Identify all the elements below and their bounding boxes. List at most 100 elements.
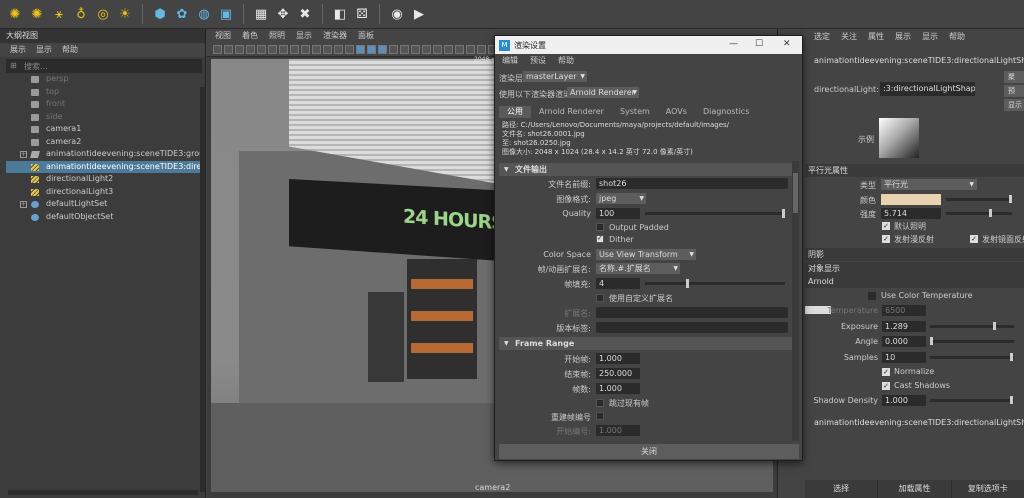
cube-plus-icon[interactable]: ⬢	[149, 3, 171, 25]
dlg-menu-help[interactable]: 帮助	[558, 54, 574, 68]
attr-focus-button[interactable]: 聚	[1004, 71, 1024, 83]
vp-menu-lighting[interactable]: 照明	[269, 29, 285, 43]
attr-samples-field[interactable]: 10	[882, 352, 926, 363]
viewport-tool-button[interactable]	[290, 45, 299, 54]
attr-use-color-temp-check[interactable]	[868, 292, 876, 300]
attr-menu-show[interactable]: 显示	[922, 29, 938, 45]
start-number-field[interactable]: 1.000	[596, 425, 640, 436]
slider-knob[interactable]	[782, 209, 785, 218]
eye-icon[interactable]: ◉	[386, 3, 408, 25]
attr-shadow-density-field[interactable]: 1.000	[882, 395, 926, 406]
outliner-search-input[interactable]: ⊞ 搜索...	[6, 59, 202, 73]
viewport-tool-button[interactable]	[477, 45, 486, 54]
attr-emit-diffuse-check[interactable]: ✓	[882, 235, 890, 243]
viewport-tool-button[interactable]	[224, 45, 233, 54]
attr-menu-attributes[interactable]: 属性	[868, 29, 884, 45]
attr-copy-tab-button[interactable]: 复制选项卡	[952, 480, 1024, 498]
viewport-tool-button[interactable]	[400, 45, 409, 54]
sphere-plus-icon[interactable]: ✿	[171, 3, 193, 25]
attr-section-arnold[interactable]: Arnold	[805, 275, 1024, 288]
tab-diagnostics[interactable]: Diagnostics	[695, 106, 757, 118]
slider-knob[interactable]	[1010, 353, 1013, 361]
dialog-scrollbar[interactable]	[792, 161, 799, 441]
end-frame-field[interactable]: 250.000	[596, 368, 640, 379]
image-format-dropdown[interactable]: jpeg ▼	[596, 193, 646, 204]
frame-ext-dropdown[interactable]: 名称.#.扩展名 ▼	[596, 263, 680, 274]
version-field[interactable]	[596, 322, 788, 333]
outliner-item[interactable]: top	[6, 86, 202, 99]
vp-menu-shading[interactable]: 着色	[242, 29, 258, 43]
vp-menu-renderer[interactable]: 渲染器	[323, 29, 347, 43]
slider-knob[interactable]	[993, 322, 996, 330]
tab-arnold-renderer[interactable]: Arnold Renderer	[531, 106, 612, 118]
viewport-tool-button[interactable]	[422, 45, 431, 54]
outliner-menu-show[interactable]: 显示	[36, 43, 52, 57]
attr-intensity-slider[interactable]	[946, 209, 1012, 217]
dither-checkbox[interactable]	[596, 234, 604, 243]
attr-type-dropdown[interactable]: 平行光 ▼	[881, 179, 977, 190]
attr-color-slider[interactable]	[946, 195, 1012, 203]
close-icon[interactable]: ✕	[783, 39, 791, 49]
light-icon[interactable]: ✺	[4, 3, 26, 25]
viewport-tool-button[interactable]	[466, 45, 475, 54]
attr-intensity-field[interactable]: 5.714	[881, 208, 941, 219]
dice-icon[interactable]: ⚄	[351, 3, 373, 25]
dlg-menu-presets[interactable]: 预设	[530, 54, 546, 68]
minimize-icon[interactable]: —	[729, 39, 738, 49]
attr-load-attributes-button[interactable]: 加载属性	[878, 480, 952, 498]
dialog-titlebar[interactable]: M 渲染设置 — ☐ ✕	[495, 36, 802, 54]
outliner-item[interactable]: directionalLight2	[6, 173, 202, 186]
outliner-item[interactable]: persp	[6, 73, 202, 86]
outliner-item[interactable]: defaultObjectSet	[6, 211, 202, 224]
viewport-tool-button[interactable]	[345, 45, 354, 54]
dialog-close-button[interactable]: 关闭	[499, 444, 799, 459]
output-padded-checkbox[interactable]	[596, 223, 604, 231]
attr-menu-display[interactable]: 展示	[895, 29, 911, 45]
dlg-menu-edit[interactable]: 编辑	[502, 54, 518, 68]
vp-menu-panels[interactable]: 面板	[358, 29, 374, 43]
viewport-tool-button[interactable]	[235, 45, 244, 54]
tab-system[interactable]: System	[612, 106, 658, 118]
attr-cast-shadows-check[interactable]: ✓	[882, 382, 890, 390]
sky-light-icon[interactable]: ☀	[114, 3, 136, 25]
attr-emit-specular-check[interactable]: ✓	[970, 235, 978, 243]
viewport-tool-button[interactable]	[455, 45, 464, 54]
cube-icon[interactable]: ▣	[215, 3, 237, 25]
checker-icon[interactable]: ▦	[250, 3, 272, 25]
by-frame-field[interactable]: 1.000	[596, 383, 640, 394]
viewport-tool-button[interactable]	[444, 45, 453, 54]
viewport-tool-button[interactable]	[411, 45, 420, 54]
outliner-scrollbar[interactable]	[200, 87, 205, 492]
expand-icon[interactable]: +	[20, 201, 27, 208]
frame-padding-field[interactable]: 4	[596, 278, 640, 289]
volume-light-icon[interactable]: ◎	[92, 3, 114, 25]
attr-menu-help[interactable]: 帮助	[949, 29, 965, 45]
slider-knob[interactable]	[989, 209, 992, 217]
section-frame-range[interactable]: ▼ Frame Range	[499, 337, 792, 350]
viewport-tool-button[interactable]	[279, 45, 288, 54]
attr-show-button[interactable]: 显示	[1004, 99, 1024, 111]
outliner-menu-display[interactable]: 展示	[10, 43, 26, 57]
attr-menu-selected[interactable]: 选定	[814, 29, 830, 45]
viewport-tool-button[interactable]	[213, 45, 222, 54]
viewport-tool-button[interactable]	[378, 45, 387, 54]
attr-shadow-density-slider[interactable]	[930, 396, 1014, 404]
file-prefix-field[interactable]: shot26	[596, 178, 788, 189]
outliner-item[interactable]: camera1	[6, 123, 202, 136]
outliner-menu-help[interactable]: 帮助	[62, 43, 78, 57]
attr-default-lighting-check[interactable]: ✓	[882, 222, 890, 230]
attr-section-object-display[interactable]: 对象显示	[805, 262, 1024, 275]
viewport-tool-button[interactable]	[323, 45, 332, 54]
viewport-tool-button[interactable]	[356, 45, 365, 54]
start-frame-field[interactable]: 1.000	[596, 353, 640, 364]
outliner-item[interactable]: directionalLight3	[6, 186, 202, 199]
ext-field[interactable]	[596, 307, 788, 318]
attr-angle-slider[interactable]	[930, 337, 1014, 345]
quality-slider[interactable]	[645, 209, 785, 218]
skip-existing-checkbox[interactable]	[596, 399, 604, 407]
attr-samples-slider[interactable]	[930, 353, 1014, 361]
viewport-tool-button[interactable]	[389, 45, 398, 54]
render-layer-dropdown[interactable]: masterLayer ▼	[523, 71, 587, 82]
outliner-item[interactable]: front	[6, 98, 202, 111]
attr-presets-button[interactable]: 预	[1004, 85, 1024, 97]
